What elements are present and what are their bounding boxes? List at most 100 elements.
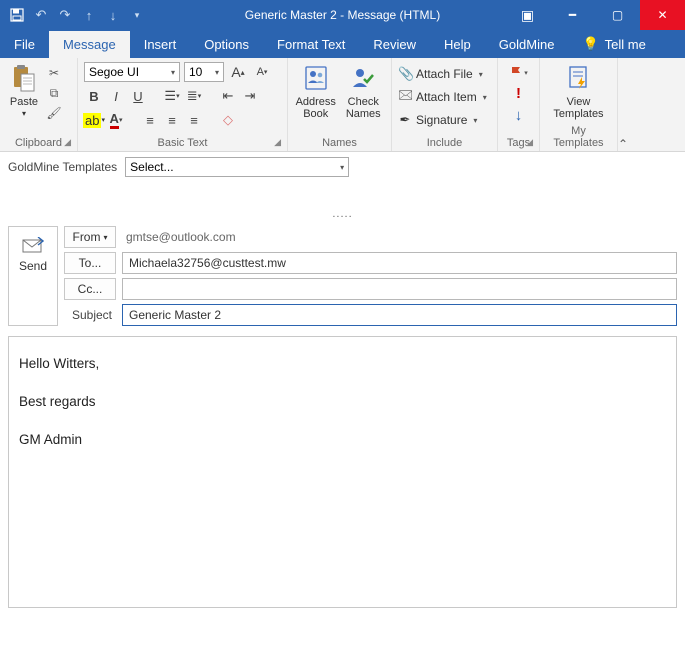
group-tags: ▾ ! ↓ Tags◢ (498, 58, 540, 151)
cut-icon[interactable]: ✂ (44, 64, 64, 82)
send-label: Send (19, 259, 47, 273)
cc-field[interactable] (122, 278, 677, 300)
font-name-combo[interactable]: Segoe UI ▾ (84, 62, 180, 82)
tab-file[interactable]: File (0, 31, 49, 58)
highlight-icon[interactable]: ab▾ (84, 110, 104, 130)
from-button[interactable]: From▾ (64, 226, 116, 248)
grip-dots: ..... (8, 186, 677, 226)
subject-field[interactable] (122, 304, 677, 326)
font-size-combo[interactable]: 10▾ (184, 62, 224, 82)
chevron-down-icon: ▾ (215, 68, 219, 77)
tab-message[interactable]: Message (49, 31, 130, 58)
save-icon[interactable] (6, 4, 28, 26)
high-importance-button[interactable]: ! (516, 85, 521, 102)
customize-qat-icon[interactable]: ▾ (126, 4, 148, 26)
window-controls: ▣ ━ ▢ ✕ (505, 0, 685, 30)
goldmine-templates-select[interactable]: Select... ▾ (125, 157, 349, 177)
signature-label: Signature (416, 113, 467, 127)
window-title: Generic Master 2 - Message (HTML) (245, 8, 440, 22)
message-body[interactable]: Hello Witters, Best regards GM Admin (8, 336, 677, 608)
window-doc-icon[interactable]: ▣ (505, 0, 550, 30)
bold-icon[interactable]: B (84, 86, 104, 106)
bullets-icon[interactable]: ☰▾ (162, 86, 182, 106)
lightbulb-icon: 💡 (582, 36, 598, 52)
dialog-launcher-icon[interactable]: ◢ (64, 137, 71, 148)
tab-goldmine[interactable]: GoldMine (485, 31, 569, 58)
quick-access-toolbar: ↶ ↷ ↑ ↓ ▾ (0, 4, 148, 26)
attach-file-label: Attach File (416, 67, 473, 81)
group-label-my-templates: My Templates (546, 125, 611, 149)
tab-options[interactable]: Options (190, 31, 263, 58)
copy-icon[interactable]: ⧉ (44, 84, 64, 102)
format-painter-icon[interactable]: 🖌 (44, 104, 64, 122)
numbering-icon[interactable]: ≣▾ (184, 86, 204, 106)
check-names-button[interactable]: Check Names (342, 60, 386, 120)
tell-me-search[interactable]: 💡 Tell me (568, 30, 659, 58)
redo-icon[interactable]: ↷ (54, 4, 76, 26)
address-book-button[interactable]: Address Book (294, 60, 338, 120)
font-name-value: Segoe UI (89, 65, 139, 79)
titlebar: ↶ ↷ ↑ ↓ ▾ Generic Master 2 - Message (HT… (0, 0, 685, 30)
italic-icon[interactable]: I (106, 86, 126, 106)
ribbon-collapse[interactable]: ⌃ (618, 58, 685, 151)
goldmine-templates-value: Select... (130, 160, 173, 174)
tab-help[interactable]: Help (430, 31, 485, 58)
tab-format-text[interactable]: Format Text (263, 31, 359, 58)
grow-font-icon[interactable]: A▴ (228, 62, 248, 82)
tab-review[interactable]: Review (359, 31, 430, 58)
window-close-icon[interactable]: ✕ (640, 0, 685, 30)
arrow-down-icon[interactable]: ↓ (102, 4, 124, 26)
cc-button[interactable]: Cc... (64, 278, 116, 300)
align-left-icon[interactable]: ≡ (140, 110, 160, 130)
window-maximize-icon[interactable]: ▢ (595, 0, 640, 30)
chevron-down-icon: ▾ (483, 93, 487, 102)
chevron-down-icon: ▾ (473, 116, 477, 125)
signature-button[interactable]: ✒ Signature ▾ (398, 110, 477, 130)
address-book-label: Address Book (296, 96, 336, 120)
undo-icon[interactable]: ↶ (30, 4, 52, 26)
goldmine-templates-row: GoldMine Templates Select... ▾ (0, 152, 685, 182)
clipboard-small-buttons: ✂ ⧉ 🖌 (44, 60, 64, 122)
view-templates-button[interactable]: View Templates (547, 60, 611, 120)
paste-label: Paste (10, 96, 38, 108)
attach-item-button[interactable]: 🖂 Attach Item ▾ (398, 87, 487, 107)
decrease-indent-icon[interactable]: ⇤ (218, 86, 238, 106)
chevron-up-icon: ⌃ (618, 137, 628, 151)
attach-item-icon: 🖂 (398, 86, 412, 108)
align-right-icon[interactable]: ≡ (184, 110, 204, 130)
attach-file-button[interactable]: 📎Attach File▾ (398, 64, 483, 84)
paste-button[interactable]: Paste ▾ (6, 60, 42, 119)
message-area: ..... Send From▾ gmtse@outlook.com To...… (0, 182, 685, 616)
to-field[interactable] (122, 252, 677, 274)
from-label: From (72, 230, 100, 244)
attach-item-label: Attach Item (416, 90, 477, 104)
arrow-up-icon[interactable]: ↑ (78, 4, 100, 26)
follow-up-flag-button[interactable]: ▾ (509, 66, 528, 80)
tab-insert[interactable]: Insert (130, 31, 191, 58)
dialog-launcher-icon[interactable]: ◢ (526, 137, 533, 148)
group-clipboard: Paste ▾ ✂ ⧉ 🖌 Clipboard◢ (0, 58, 78, 151)
subject-label: Subject (64, 308, 116, 322)
tell-me-label: Tell me (605, 37, 646, 52)
chevron-down-icon: ▾ (103, 233, 107, 242)
chevron-down-icon: ▾ (171, 68, 175, 77)
group-my-templates: View Templates My Templates (540, 58, 618, 151)
message-header: Send From▾ gmtse@outlook.com To... Cc...… (8, 226, 677, 326)
group-basic-text: Segoe UI ▾ 10▾ A▴ A▾ B I U ☰▾ ≣▾ (78, 58, 288, 151)
send-button[interactable]: Send (8, 226, 58, 326)
flag-icon (509, 66, 523, 80)
clear-formatting-icon[interactable]: ◇ (218, 110, 238, 130)
increase-indent-icon[interactable]: ⇥ (240, 86, 260, 106)
underline-icon[interactable]: U (128, 86, 148, 106)
group-names: Address Book Check Names Names (288, 58, 392, 151)
window-minimize-icon[interactable]: ━ (550, 0, 595, 30)
shrink-font-icon[interactable]: A▾ (252, 62, 272, 82)
font-color-icon[interactable]: A▾ (106, 110, 126, 130)
dialog-launcher-icon[interactable]: ◢ (274, 137, 281, 148)
signature-icon: ✒ (398, 112, 412, 128)
check-names-icon (347, 62, 379, 94)
chevron-down-icon: ▾ (479, 70, 483, 79)
to-button[interactable]: To... (64, 252, 116, 274)
align-center-icon[interactable]: ≡ (162, 110, 182, 130)
low-importance-button[interactable]: ↓ (515, 107, 523, 124)
